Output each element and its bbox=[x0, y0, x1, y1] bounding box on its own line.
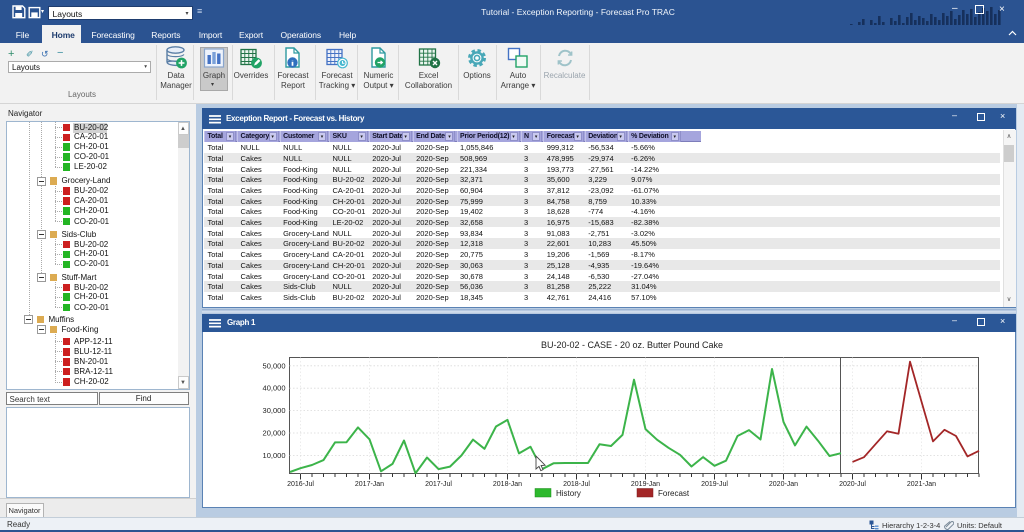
svg-text:20,000: 20,000 bbox=[263, 429, 286, 438]
svg-text:2018-Jan: 2018-Jan bbox=[493, 481, 522, 488]
svg-text:2021-Jan: 2021-Jan bbox=[907, 481, 936, 488]
svg-text:2017-Jan: 2017-Jan bbox=[355, 481, 384, 488]
svg-text:2019-Jul: 2019-Jul bbox=[701, 481, 728, 488]
svg-text:30,000: 30,000 bbox=[263, 406, 286, 415]
svg-text:History: History bbox=[556, 489, 581, 498]
svg-text:BU-20-02 - CASE - 20 oz. Butte: BU-20-02 - CASE - 20 oz. Butter Pound Ca… bbox=[541, 340, 723, 350]
svg-text:2019-Jan: 2019-Jan bbox=[631, 481, 660, 488]
svg-text:2020-Jul: 2020-Jul bbox=[839, 481, 866, 488]
svg-text:40,000: 40,000 bbox=[263, 384, 286, 393]
svg-text:Forecast: Forecast bbox=[658, 489, 690, 498]
svg-text:2017-Jul: 2017-Jul bbox=[425, 481, 452, 488]
svg-text:2018-Jul: 2018-Jul bbox=[563, 481, 590, 488]
svg-text:2020-Jan: 2020-Jan bbox=[769, 481, 798, 488]
svg-text:10,000: 10,000 bbox=[263, 451, 286, 460]
svg-text:2016-Jul: 2016-Jul bbox=[287, 481, 314, 488]
svg-text:50,000: 50,000 bbox=[263, 361, 286, 370]
